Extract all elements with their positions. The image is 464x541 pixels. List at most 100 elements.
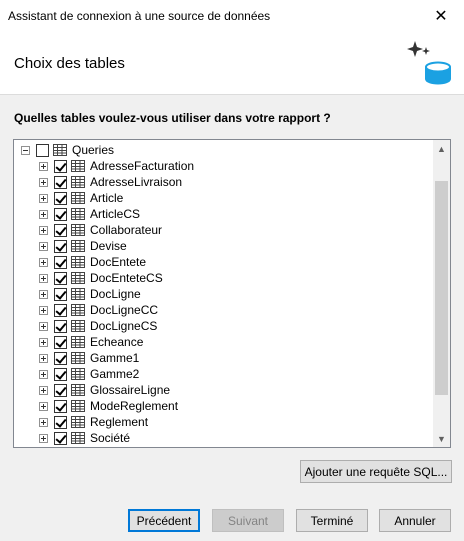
table-checkbox[interactable] — [54, 319, 67, 333]
table-icon — [71, 368, 85, 380]
tree-item[interactable]: AdresseLivraison — [14, 174, 434, 190]
tree-item[interactable]: Gamme1 — [14, 350, 434, 366]
table-checkbox[interactable] — [54, 271, 67, 285]
table-icon — [71, 176, 85, 188]
table-checkbox[interactable] — [54, 335, 67, 349]
expand-icon[interactable] — [39, 241, 48, 251]
table-icon — [71, 160, 85, 172]
expand-icon[interactable] — [39, 369, 48, 379]
table-icon — [71, 432, 85, 444]
tree-item[interactable]: ModeReglement — [14, 398, 434, 414]
tree-item[interactable]: Devise — [14, 238, 434, 254]
expand-icon[interactable] — [39, 385, 48, 395]
table-checkbox[interactable] — [54, 159, 67, 173]
tree-item-label: DocEnteteCS — [90, 271, 163, 285]
tree-content: Queries AdresseFacturation AdresseLivrais… — [14, 142, 434, 446]
expand-icon[interactable] — [39, 209, 48, 219]
table-icon — [71, 304, 85, 316]
tree-item-label: Devise — [90, 239, 127, 253]
table-checkbox[interactable] — [54, 239, 67, 253]
expand-icon[interactable] — [39, 337, 48, 347]
expand-icon[interactable] — [39, 273, 48, 283]
tree-item[interactable]: Société — [14, 430, 434, 446]
table-icon — [71, 384, 85, 396]
scrollbar-thumb[interactable] — [435, 181, 448, 395]
expand-icon[interactable] — [39, 257, 48, 267]
expand-icon[interactable] — [39, 193, 48, 203]
table-checkbox[interactable] — [54, 287, 67, 301]
next-button[interactable]: Suivant — [212, 509, 284, 532]
table-icon — [71, 208, 85, 220]
table-icon — [71, 400, 85, 412]
table-checkbox[interactable] — [54, 415, 67, 429]
expand-icon[interactable] — [39, 353, 48, 363]
tree-item-label: DocLigneCC — [90, 303, 159, 317]
tree-item-label: ModeReglement — [90, 399, 179, 413]
table-checkbox[interactable] — [54, 207, 67, 221]
cancel-button[interactable]: Annuler — [379, 509, 451, 532]
tree-item-label: DocLigneCS — [90, 319, 158, 333]
table-icon — [71, 192, 85, 204]
tree-item-label: Société — [90, 431, 131, 445]
expand-icon[interactable] — [39, 401, 48, 411]
tree-item-label: Collaborateur — [90, 223, 163, 237]
tree-item[interactable]: Echeance — [14, 334, 434, 350]
tree-item-label: Gamme2 — [90, 367, 140, 381]
title-bar: Assistant de connexion à une source de d… — [0, 0, 464, 32]
tree-item[interactable]: DocLigneCS — [14, 318, 434, 334]
tree-item[interactable]: Gamme2 — [14, 366, 434, 382]
tree-root-label: Queries — [72, 143, 115, 157]
expand-icon[interactable] — [39, 433, 48, 443]
expand-icon[interactable] — [39, 225, 48, 235]
table-checkbox[interactable] — [54, 399, 67, 413]
tree-item-label: DocLigne — [90, 287, 141, 301]
tree-item-label: Article — [90, 191, 124, 205]
table-icon — [71, 256, 85, 268]
table-tree[interactable]: Queries AdresseFacturation AdresseLivrais… — [13, 139, 451, 448]
tree-item-label: AdresseLivraison — [90, 175, 183, 189]
scroll-up-icon[interactable]: ▲ — [433, 140, 450, 157]
expand-icon[interactable] — [39, 417, 48, 427]
vertical-scrollbar[interactable]: ▲ ▼ — [433, 140, 450, 447]
table-checkbox[interactable] — [54, 431, 67, 445]
expand-icon[interactable] — [39, 321, 48, 331]
tree-item[interactable]: DocLigneCC — [14, 302, 434, 318]
tree-item[interactable]: DocEnteteCS — [14, 270, 434, 286]
tree-item[interactable]: Article — [14, 190, 434, 206]
tree-item[interactable]: Collaborateur — [14, 222, 434, 238]
tree-root-queries[interactable]: Queries — [14, 142, 434, 158]
expand-icon[interactable] — [39, 177, 48, 187]
tree-item-label: ArticleCS — [90, 207, 141, 221]
table-checkbox[interactable] — [54, 383, 67, 397]
tree-item[interactable]: DocLigne — [14, 286, 434, 302]
collapse-icon[interactable] — [21, 145, 30, 155]
database-sparkle-icon — [407, 41, 451, 85]
table-icon — [71, 336, 85, 348]
tree-item[interactable]: GlossaireLigne — [14, 382, 434, 398]
tree-item[interactable]: DocEntete — [14, 254, 434, 270]
close-icon[interactable]: ✕ — [418, 0, 464, 32]
tree-item[interactable]: ArticleCS — [14, 206, 434, 222]
tree-item[interactable]: AdresseFacturation — [14, 158, 434, 174]
table-checkbox[interactable] — [54, 351, 67, 365]
table-checkbox[interactable] — [54, 367, 67, 381]
table-icon — [71, 416, 85, 428]
expand-icon[interactable] — [39, 161, 48, 171]
wizard-header: Choix des tables — [0, 32, 464, 95]
table-checkbox[interactable] — [54, 175, 67, 189]
tree-item[interactable]: Reglement — [14, 414, 434, 430]
expand-icon[interactable] — [39, 289, 48, 299]
table-checkbox[interactable] — [54, 191, 67, 205]
scroll-down-icon[interactable]: ▼ — [433, 430, 450, 447]
root-checkbox[interactable] — [36, 143, 49, 157]
table-icon — [71, 320, 85, 332]
table-icon — [71, 288, 85, 300]
expand-icon[interactable] — [39, 305, 48, 315]
table-checkbox[interactable] — [54, 255, 67, 269]
table-checkbox[interactable] — [54, 223, 67, 237]
tree-item-label: Gamme1 — [90, 351, 140, 365]
previous-button[interactable]: Précédent — [128, 509, 200, 532]
table-checkbox[interactable] — [54, 303, 67, 317]
add-sql-query-button[interactable]: Ajouter une requête SQL... — [300, 460, 452, 483]
finish-button[interactable]: Terminé — [296, 509, 368, 532]
